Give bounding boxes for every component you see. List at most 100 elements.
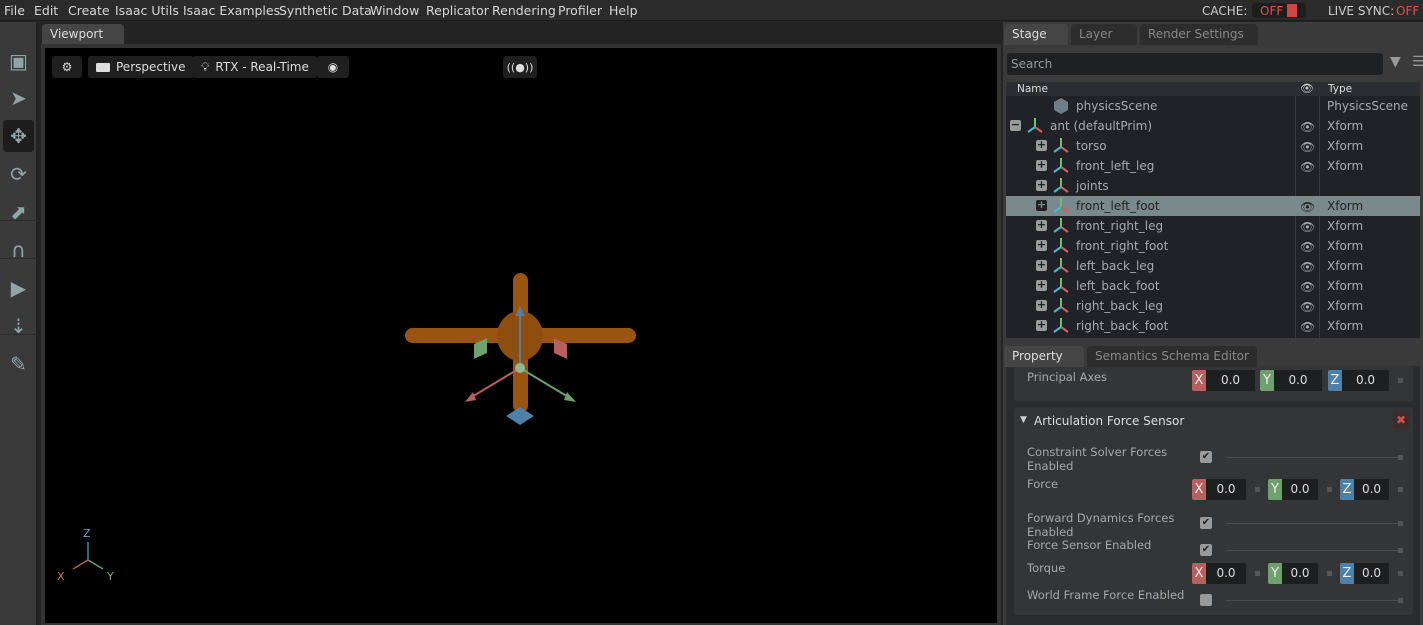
play-tool-button[interactable]: ▶: [3, 272, 34, 304]
z-value[interactable]: 0.0: [1354, 563, 1389, 584]
x-value[interactable]: 0.0: [1206, 370, 1255, 391]
select-tool-button[interactable]: ➤: [3, 82, 34, 114]
1-z-field[interactable]: Z 0.0: [1340, 479, 1389, 500]
expand-icon[interactable]: +: [1036, 299, 1047, 311]
4-y-field[interactable]: Y 0.0: [1268, 563, 1318, 584]
tree-row[interactable]: physicsScene PhysicsScene: [1006, 96, 1420, 116]
menu-help[interactable]: Help: [609, 3, 638, 18]
collapse-icon[interactable]: −: [1010, 119, 1021, 131]
tab-render-settings[interactable]: Render Settings: [1140, 24, 1258, 45]
menu-isaac-utils[interactable]: Isaac Utils: [115, 3, 179, 18]
tree-row[interactable]: + left_back_leg 👁︎ Xform: [1006, 256, 1420, 276]
menu-synthetic-data[interactable]: Synthetic Data: [279, 3, 372, 18]
expand-icon[interactable]: +: [1036, 259, 1047, 271]
eye-icon[interactable]: 👁︎: [1300, 120, 1315, 134]
tree-row[interactable]: + torso 👁︎ Xform: [1006, 136, 1420, 156]
cache-toggle[interactable]: OFF: [1252, 3, 1306, 18]
remove-component-button[interactable]: ✖: [1393, 412, 1409, 428]
physics-tool-button[interactable]: ⇣: [3, 310, 34, 342]
collapse-triangle-icon[interactable]: ▼: [1020, 415, 1027, 425]
menu-create[interactable]: Create: [68, 3, 110, 18]
paint-tool-button[interactable]: ✎: [3, 348, 34, 380]
tab-semantics-schema-editor[interactable]: Semantics Schema Editor: [1087, 346, 1257, 367]
menu-edit[interactable]: Edit: [34, 3, 58, 18]
tree-row[interactable]: + right_back_foot 👁︎ Xform: [1006, 316, 1420, 336]
eye-icon[interactable]: 👁︎: [1300, 200, 1315, 214]
tree-row[interactable]: + front_right_leg 👁︎ Xform: [1006, 216, 1420, 236]
eye-icon[interactable]: 👁︎: [1300, 260, 1315, 274]
rotate-tool-button[interactable]: ⟳: [3, 158, 34, 190]
4-x-field[interactable]: X 0.0: [1192, 563, 1246, 584]
reset-indicator[interactable]: [1398, 378, 1403, 383]
tree-row[interactable]: + right_back_leg 👁︎ Xform: [1006, 296, 1420, 316]
eye-icon[interactable]: 👁︎: [1300, 280, 1315, 294]
snap-tool-button[interactable]: ∩: [3, 234, 34, 266]
y-value[interactable]: 0.0: [1282, 563, 1318, 584]
z-value[interactable]: 0.0: [1354, 479, 1389, 500]
expand-icon[interactable]: +: [1036, 319, 1047, 331]
z-value[interactable]: 0.0: [1342, 370, 1389, 391]
4-z-field[interactable]: Z 0.0: [1340, 563, 1389, 584]
col-type-header[interactable]: Type: [1328, 83, 1352, 95]
expand-icon[interactable]: +: [1036, 199, 1047, 211]
expand-icon[interactable]: +: [1036, 219, 1047, 231]
menu-file[interactable]: File: [4, 3, 25, 18]
tree-row[interactable]: + front_left_leg 👁︎ Xform: [1006, 156, 1420, 176]
x-value[interactable]: 0.0: [1206, 479, 1246, 500]
principal_axes-x-field[interactable]: X 0.0: [1192, 370, 1255, 391]
eye-icon[interactable]: 👁︎: [1300, 320, 1315, 334]
expand-icon[interactable]: +: [1036, 239, 1047, 251]
checkbox-checked[interactable]: ✔: [1200, 451, 1212, 463]
expand-icon[interactable]: +: [1036, 279, 1047, 291]
eye-icon[interactable]: 👁︎: [1300, 160, 1315, 174]
menu-profiler[interactable]: Profiler: [558, 3, 602, 18]
tree-row[interactable]: + front_right_foot 👁︎ Xform: [1006, 236, 1420, 256]
checkbox-checked[interactable]: ✔: [1200, 517, 1212, 529]
menu-window[interactable]: Window: [370, 3, 419, 18]
menu-isaac-examples[interactable]: Isaac Examples: [183, 3, 280, 18]
frame-tool-button[interactable]: ▣: [3, 45, 34, 77]
checkbox[interactable]: [1200, 594, 1212, 606]
expand-icon[interactable]: +: [1036, 159, 1047, 171]
expand-icon[interactable]: +: [1036, 139, 1047, 151]
reset-indicator[interactable]: [1398, 487, 1403, 492]
tab-viewport[interactable]: Viewport: [42, 24, 124, 45]
eye-header-icon[interactable]: 👁︎: [1300, 82, 1314, 95]
menu-icon[interactable]: ☰: [1412, 54, 1423, 70]
section-title[interactable]: Articulation Force Sensor: [1034, 414, 1184, 428]
tab-property[interactable]: Property: [1004, 346, 1084, 367]
menu-rendering[interactable]: Rendering: [492, 3, 556, 18]
col-name-header[interactable]: Name: [1017, 83, 1048, 95]
stage-search-input[interactable]: Search: [1007, 53, 1383, 75]
principal_axes-z-field[interactable]: Z 0.0: [1328, 370, 1389, 391]
eye-icon[interactable]: 👁︎: [1300, 240, 1315, 254]
tree-row[interactable]: + joints: [1006, 176, 1420, 196]
reset-indicator[interactable]: [1398, 548, 1403, 553]
move-tool-button[interactable]: ✥: [3, 120, 34, 152]
x-value[interactable]: 0.0: [1206, 563, 1246, 584]
viewport-canvas[interactable]: ⚙ Perspective 💡︎ RTX - Real-Time ◉ ((●)) …: [45, 48, 997, 623]
y-value[interactable]: 0.0: [1274, 370, 1322, 391]
eye-icon[interactable]: 👁︎: [1300, 140, 1315, 154]
scale-tool-button[interactable]: ⬈: [3, 196, 34, 228]
reset-indicator[interactable]: [1398, 598, 1403, 603]
live-sync-value[interactable]: OFF: [1396, 4, 1419, 18]
eye-icon[interactable]: 👁︎: [1300, 220, 1315, 234]
eye-icon[interactable]: 👁︎: [1300, 300, 1315, 314]
y-value[interactable]: 0.0: [1282, 479, 1318, 500]
reset-indicator[interactable]: [1398, 571, 1403, 576]
tab-layer[interactable]: Layer: [1071, 24, 1137, 45]
tree-row[interactable]: + front_left_foot 👁︎ Xform: [1006, 196, 1420, 216]
1-y-field[interactable]: Y 0.0: [1268, 479, 1318, 500]
tree-row[interactable]: + left_back_foot 👁︎ Xform: [1006, 276, 1420, 296]
reset-indicator[interactable]: [1398, 521, 1403, 526]
principal_axes-y-field[interactable]: Y 0.0: [1260, 370, 1322, 391]
expand-icon[interactable]: +: [1036, 179, 1047, 191]
filter-icon[interactable]: ▼: [1390, 54, 1401, 70]
tree-row[interactable]: − ant (defaultPrim) 👁︎ Xform: [1006, 116, 1420, 136]
reset-indicator[interactable]: [1398, 455, 1403, 460]
checkbox-checked[interactable]: ✔: [1200, 544, 1212, 556]
tab-stage[interactable]: Stage: [1004, 24, 1068, 45]
1-x-field[interactable]: X 0.0: [1192, 479, 1246, 500]
menu-replicator[interactable]: Replicator: [426, 3, 489, 18]
